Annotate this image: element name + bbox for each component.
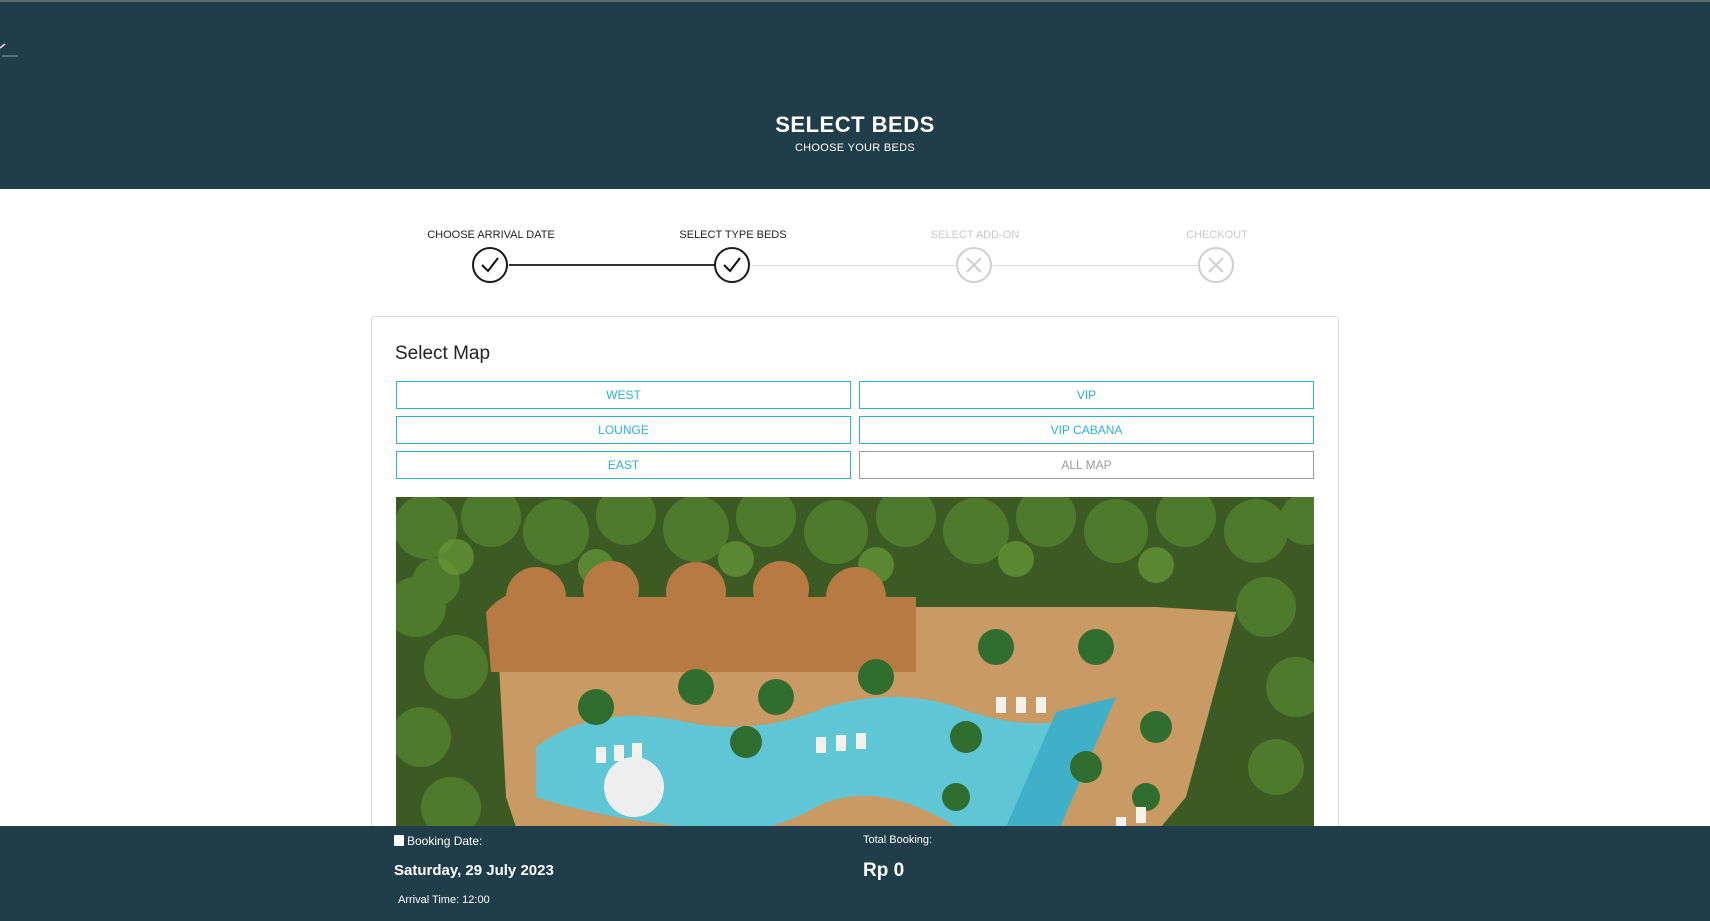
step-connector <box>509 264 715 266</box>
page-subtitle: CHOOSE YOUR BEDS <box>794 142 916 154</box>
total-booking-label: Total Booking: <box>863 834 933 846</box>
booking-summary-footer: Booking Date: Saturday, 29 July 2023 Arr… <box>0 826 1710 921</box>
brand-logo-icon[interactable] <box>0 38 22 62</box>
top-navbar <box>0 0 1710 94</box>
map-button-west[interactable]: WEST <box>396 381 851 409</box>
step-label: SELECT ADD-ON <box>930 229 1020 241</box>
step-select-add-on: SELECT ADD-ON <box>875 189 1075 243</box>
check-icon <box>472 247 508 283</box>
map-button-east[interactable]: EAST <box>396 451 851 479</box>
select-map-card: Select Map WEST VIP LOUNGE VIP CABANA EA… <box>371 316 1339 856</box>
map-button-all-map[interactable]: ALL MAP <box>859 451 1314 479</box>
step-label: SELECT TYPE BEDS <box>679 229 787 241</box>
beach-club-aerial-map[interactable] <box>396 497 1314 855</box>
arrival-time-value: Arrival Time: 12:00 <box>398 894 490 906</box>
step-connector <box>751 265 957 266</box>
map-button-vip[interactable]: VIP <box>859 381 1314 409</box>
select-map-title: Select Map <box>395 343 491 364</box>
page-hero: SELECT BEDS CHOOSE YOUR BEDS <box>0 94 1710 189</box>
step-connector <box>993 265 1199 266</box>
map-button-lounge[interactable]: LOUNGE <box>396 416 851 444</box>
booking-stepper: CHOOSE ARRIVAL DATE SELECT TYPE BEDS SEL… <box>0 189 1710 299</box>
step-label: CHOOSE ARRIVAL DATE <box>427 229 555 241</box>
calendar-icon <box>394 835 404 846</box>
step-checkout: CHECKOUT <box>1117 189 1317 243</box>
check-icon <box>714 247 750 283</box>
booking-date-value: Saturday, 29 July 2023 <box>394 862 554 879</box>
step-label: CHECKOUT <box>1186 229 1248 241</box>
page-title: SELECT BEDS <box>775 112 935 137</box>
step-select-type-beds: SELECT TYPE BEDS <box>633 189 833 243</box>
total-booking-value: Rp 0 <box>863 860 905 881</box>
booking-date-label: Booking Date: <box>407 834 483 848</box>
close-circle-icon <box>956 247 992 283</box>
close-circle-icon <box>1198 247 1234 283</box>
map-button-vip-cabana[interactable]: VIP CABANA <box>859 416 1314 444</box>
step-choose-arrival-date: CHOOSE ARRIVAL DATE <box>391 189 591 243</box>
